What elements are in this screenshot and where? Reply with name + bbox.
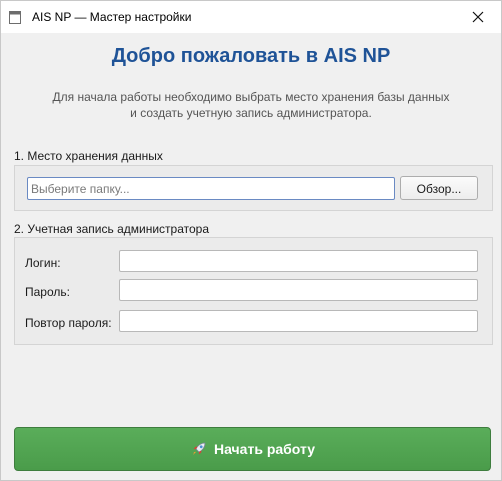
rocket-icon [193, 442, 206, 455]
password-label: Пароль: [25, 285, 70, 299]
login-label: Логин: [25, 256, 61, 270]
start-button[interactable]: Начать работу [14, 427, 491, 471]
start-button-label: Начать работу [214, 441, 315, 457]
confirm-password-label: Повтор пароля: [25, 316, 112, 330]
app-window-icon [9, 11, 21, 24]
browse-button[interactable]: Обзор... [400, 176, 478, 200]
window-title: AIS NP — Мастер настройки [32, 10, 192, 24]
storage-group: Обзор... [14, 165, 493, 211]
admin-section-label: 2. Учетная запись администратора [14, 222, 210, 236]
login-field[interactable] [119, 250, 478, 272]
folder-path-input[interactable] [27, 177, 395, 200]
confirm-password-field[interactable] [119, 310, 478, 332]
close-button[interactable] [455, 1, 501, 33]
admin-group: Логин: Пароль: Повтор пароля: [14, 237, 493, 345]
intro-text-line-2: и создать учетную запись администратора. [130, 106, 372, 120]
intro-text-line-1: Для начала работы необходимо выбрать мес… [52, 90, 450, 104]
close-icon [472, 11, 484, 23]
setup-wizard-window: AIS NP — Мастер настройки Добро пожалова… [0, 0, 502, 481]
storage-section-label: 1. Место хранения данных [14, 149, 163, 163]
title-bar: AIS NP — Мастер настройки [1, 1, 501, 33]
password-field[interactable] [119, 279, 478, 301]
intro-text: Для начала работы необходимо выбрать мес… [1, 89, 501, 121]
page-title: Добро пожаловать в AIS NP [111, 45, 391, 67]
